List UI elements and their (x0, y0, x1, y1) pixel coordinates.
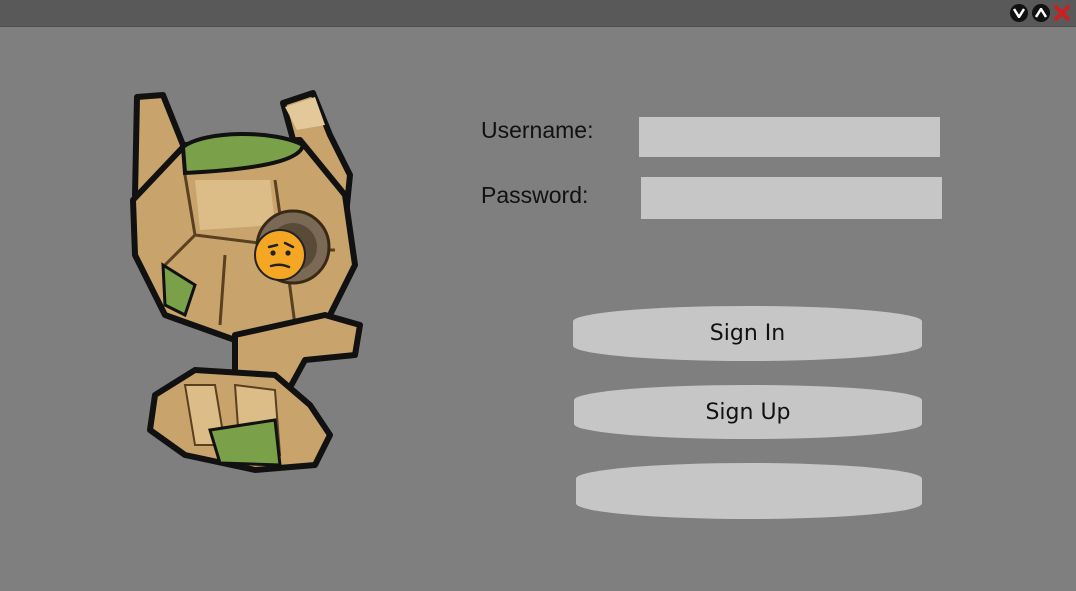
close-button[interactable] (1053, 4, 1071, 22)
title-bar (0, 0, 1076, 27)
minimize-icon (1013, 8, 1025, 18)
sign-up-button[interactable]: Sign Up (574, 385, 922, 439)
rock-golem-mascot (130, 90, 363, 473)
username-input[interactable] (639, 117, 940, 157)
close-icon (1054, 5, 1070, 21)
sign-in-button[interactable]: Sign In (573, 306, 922, 361)
password-label: Password: (481, 182, 589, 208)
unlabeled-button[interactable] (576, 463, 922, 519)
minimize-button[interactable] (1010, 4, 1028, 22)
password-input[interactable] (641, 177, 942, 219)
maximize-icon (1035, 8, 1047, 18)
username-label: Username: (481, 117, 594, 143)
maximize-button[interactable] (1032, 4, 1050, 22)
